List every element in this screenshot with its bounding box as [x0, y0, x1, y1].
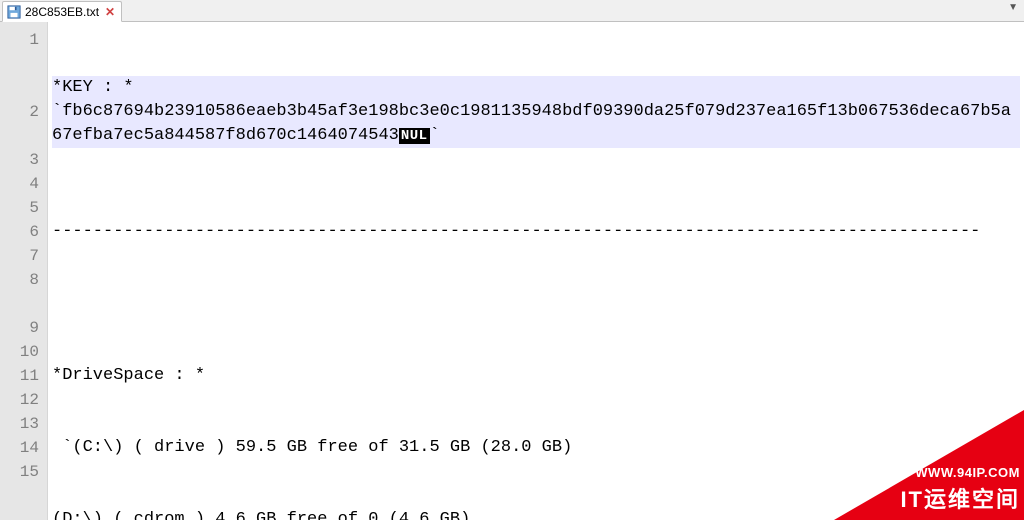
code-area[interactable]: *KEY : * `fb6c87694b23910586eaeb3b45af3e…: [48, 22, 1024, 520]
tab-bar: 28C853EB.txt ✕ ▼: [0, 0, 1024, 22]
line-number: 7: [0, 244, 39, 268]
disk-save-icon: [7, 5, 21, 19]
line-number: 14: [0, 436, 39, 460]
code-line: [52, 292, 1020, 316]
tab-filename: 28C853EB.txt: [25, 5, 99, 19]
close-icon[interactable]: ✕: [105, 6, 115, 18]
line-number: 2: [0, 100, 39, 148]
line-number: 6: [0, 220, 39, 244]
line-number: 13: [0, 412, 39, 436]
code-line: (D:\) ( cdrom ) 4.6 GB free of 0 (4.6 GB…: [52, 508, 1020, 520]
line-number: 5: [0, 196, 39, 220]
line-number: 15: [0, 460, 39, 484]
code-line: *KEY : * `fb6c87694b23910586eaeb3b45af3e…: [52, 76, 1020, 148]
line-number-gutter: 1 2 3 4 5 6 7 8 9 10 11 12 13 14 15: [0, 22, 48, 520]
code-line: *DriveSpace : *: [52, 364, 1020, 388]
code-text: *KEY : *: [52, 78, 134, 97]
code-text: `(C:\) ( drive ) 59.5 GB free of 31.5 GB…: [52, 436, 572, 460]
line-number: 10: [0, 340, 39, 364]
code-text: `: [430, 126, 440, 145]
code-text: *DriveSpace : *: [52, 364, 205, 388]
line-number: 11: [0, 364, 39, 388]
nul-marker: NUL: [399, 128, 430, 144]
chevron-down-icon[interactable]: ▼: [1008, 2, 1018, 13]
code-line: `(C:\) ( drive ) 59.5 GB free of 31.5 GB…: [52, 436, 1020, 460]
line-number: 9: [0, 316, 39, 340]
line-number: 1: [0, 28, 39, 100]
code-text: ----------------------------------------…: [52, 222, 980, 241]
file-tab[interactable]: 28C853EB.txt ✕: [2, 1, 122, 22]
code-text: `fb6c87694b23910586eaeb3b45af3e198bc3e0c…: [52, 102, 1011, 145]
line-number: 4: [0, 172, 39, 196]
line-number: 12: [0, 388, 39, 412]
line-number: 8: [0, 268, 39, 316]
line-number: 3: [0, 148, 39, 172]
code-line: ----------------------------------------…: [52, 196, 1020, 244]
code-text: (D:\) ( cdrom ) 4.6 GB free of 0 (4.6 GB…: [52, 508, 470, 520]
editor: 1 2 3 4 5 6 7 8 9 10 11 12 13 14 15 *KEY…: [0, 22, 1024, 520]
